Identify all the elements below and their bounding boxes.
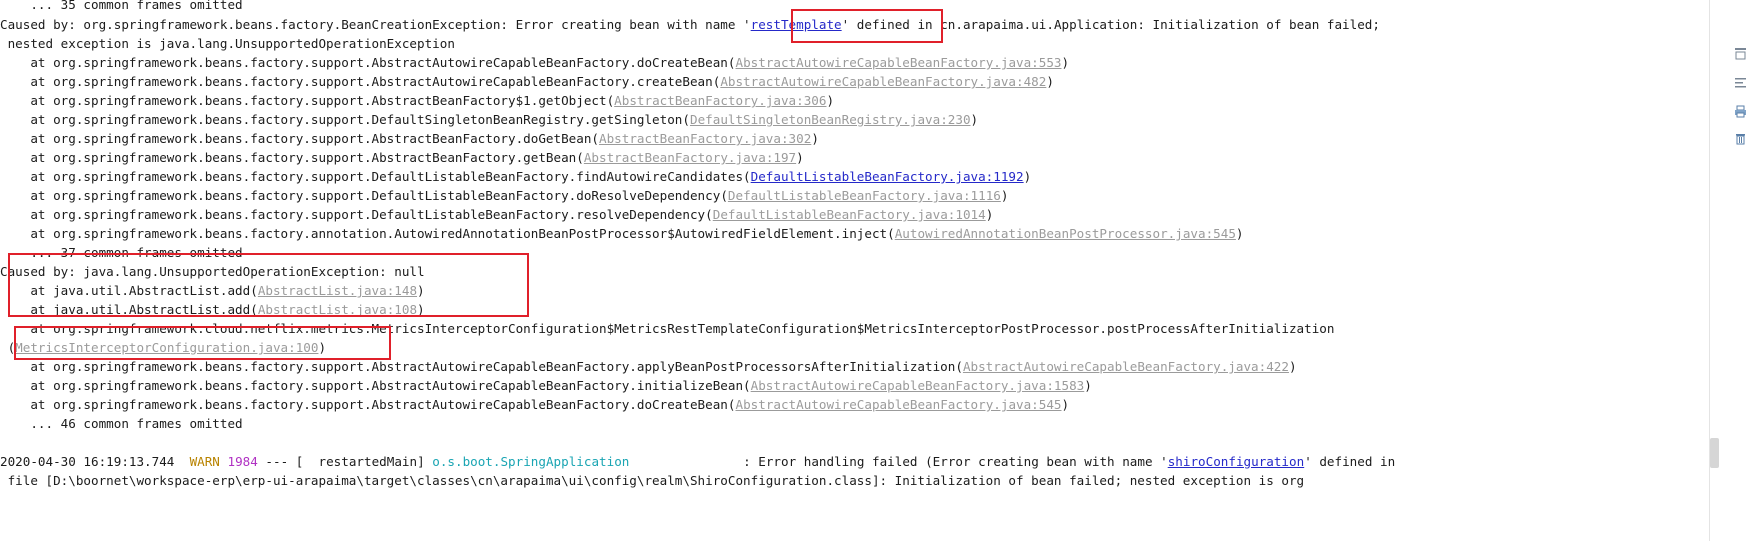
rest-template-link[interactable]: restTemplate — [751, 17, 842, 32]
stack-frame-text: at java.util.AbstractList.add — [0, 283, 251, 298]
stack-frame-text: at java.util.AbstractList.add — [0, 302, 251, 317]
log-message-continued: file [D:\boornet\workspace-erp\erp-ui-ar… — [0, 473, 1305, 488]
source-link[interactable]: AutowiredAnnotationBeanPostProcessor.jav… — [895, 226, 1236, 241]
stack-frame-text: at org.springframework.beans.factory.sup… — [0, 112, 683, 127]
soft-wrap-icon[interactable] — [1733, 75, 1747, 89]
console-line: file [D:\boornet\workspace-erp\erp-ui-ar… — [0, 471, 1305, 490]
stack-frame-line: at org.springframework.beans.factory.sup… — [0, 378, 1092, 393]
source-link[interactable]: AbstractAutowireCapableBeanFactory.java:… — [735, 55, 1061, 70]
console-output[interactable]: ... 35 common frames omitted Caused by: … — [0, 0, 1709, 541]
log-line: 2020-04-30 16:19:13.744 WARN 1984 --- [ … — [0, 452, 1395, 471]
stack-frame-text: at org.springframework.beans.factory.sup… — [0, 150, 577, 165]
console-line: ... 46 common frames omitted — [0, 414, 243, 433]
source-link[interactable]: AbstractAutowireCapableBeanFactory.java:… — [751, 378, 1085, 393]
scroll-top-icon[interactable] — [1733, 46, 1747, 60]
source-link[interactable]: AbstractAutowireCapableBeanFactory.java:… — [735, 397, 1061, 412]
stack-frame-line: at org.springframework.cloud.netflix.met… — [0, 319, 1334, 338]
stack-frame-line: at org.springframework.beans.factory.sup… — [0, 74, 1054, 89]
log-logger: o.s.boot.SpringApplication — [432, 454, 630, 469]
log-message: : Error handling failed (Error creating … — [629, 454, 1168, 469]
caused-by-text: Caused by: org.springframework.beans.fac… — [0, 17, 751, 32]
console-line: nested exception is java.lang.Unsupporte… — [0, 34, 455, 53]
console-line: ... 37 common frames omitted — [0, 243, 243, 262]
source-link[interactable]: AbstractBeanFactory.java:306 — [614, 93, 826, 108]
stack-frame-line: at java.util.AbstractList.add(AbstractLi… — [0, 283, 425, 298]
caused-by-text: Caused by: java.lang.UnsupportedOperatio… — [0, 264, 425, 279]
trash-icon[interactable] — [1733, 131, 1747, 145]
caused-by-line: Caused by: java.lang.UnsupportedOperatio… — [0, 262, 425, 281]
stack-frame-text: at org.springframework.beans.factory.sup… — [0, 359, 956, 374]
source-link[interactable]: MetricsInterceptorConfiguration.java:100 — [15, 340, 318, 355]
stack-frame-line: at org.springframework.beans.factory.sup… — [0, 188, 1009, 203]
omitted-frames-text: ... 37 common frames omitted — [0, 245, 243, 260]
stack-frame-line: at org.springframework.beans.factory.sup… — [0, 397, 1070, 412]
source-link[interactable]: AbstractBeanFactory.java:197 — [584, 150, 796, 165]
source-link[interactable]: AbstractList.java:148 — [258, 283, 417, 298]
source-link[interactable]: DefaultListableBeanFactory.java:1192 — [751, 169, 1024, 184]
source-link[interactable]: AbstractBeanFactory.java:302 — [599, 131, 811, 146]
log-message-tail: ' defined in — [1304, 454, 1396, 469]
log-timestamp: 2020-04-30 16:19:13.744 — [0, 454, 175, 469]
stack-frame-text: at org.springframework.beans.factory.sup… — [0, 74, 713, 89]
print-icon[interactable] — [1733, 104, 1747, 118]
stack-frame-line: at org.springframework.beans.factory.sup… — [0, 55, 1070, 70]
omitted-frames-text: ... 46 common frames omitted — [0, 416, 243, 431]
stack-frame-line: at org.springframework.beans.factory.sup… — [0, 207, 994, 222]
stack-frame-text: at org.springframework.beans.factory.sup… — [0, 55, 728, 70]
source-link[interactable]: DefaultListableBeanFactory.java:1116 — [728, 188, 1001, 203]
source-link[interactable]: AbstractAutowireCapableBeanFactory.java:… — [720, 74, 1046, 89]
log-level: WARN — [189, 454, 220, 469]
stack-frame-line: at org.springframework.beans.factory.sup… — [0, 93, 835, 108]
stack-frame-text: at org.springframework.beans.factory.ann… — [0, 226, 888, 241]
log-thread: --- [ restartedMain] — [257, 454, 433, 469]
stack-frame-line: at org.springframework.beans.factory.sup… — [0, 359, 1297, 374]
stack-frame-text: at org.springframework.beans.factory.sup… — [0, 378, 744, 393]
nested-exception-text: nested exception is java.lang.Unsupporte… — [0, 36, 455, 51]
source-link[interactable]: DefaultListableBeanFactory.java:1014 — [713, 207, 986, 222]
source-link[interactable]: DefaultSingletonBeanRegistry.java:230 — [690, 112, 971, 127]
stack-frame-line: at org.springframework.beans.factory.sup… — [0, 169, 1032, 184]
stack-frame-line: (MetricsInterceptorConfiguration.java:10… — [0, 340, 327, 355]
stack-frame-text: at org.springframework.beans.factory.sup… — [0, 397, 728, 412]
scrollbar-thumb[interactable] — [1710, 438, 1719, 468]
source-link[interactable]: AbstractAutowireCapableBeanFactory.java:… — [963, 359, 1289, 374]
stack-frame-text: at org.springframework.beans.factory.sup… — [0, 207, 706, 222]
console-line: ... 35 common frames omitted — [0, 0, 243, 14]
stack-frame-text: at org.springframework.cloud.netflix.met… — [0, 321, 1335, 336]
stack-frame-text: at org.springframework.beans.factory.sup… — [0, 93, 607, 108]
stack-frame-line: at org.springframework.beans.factory.sup… — [0, 150, 804, 165]
stack-frame-text: at org.springframework.beans.factory.sup… — [0, 188, 721, 203]
shiro-configuration-link[interactable]: shiroConfiguration — [1168, 454, 1304, 469]
caused-by-text-tail: ' defined in cn.arapaima.ui.Application:… — [841, 17, 1380, 32]
log-pid: 1984 — [227, 454, 258, 469]
stack-frame-line: at java.util.AbstractList.add(AbstractLi… — [0, 302, 425, 317]
caused-by-line: Caused by: org.springframework.beans.fac… — [0, 15, 1380, 34]
stack-frame-line: at org.springframework.beans.factory.sup… — [0, 131, 819, 146]
stack-frame-text: at org.springframework.beans.factory.sup… — [0, 131, 592, 146]
stack-frame-text: at org.springframework.beans.factory.sup… — [0, 169, 744, 184]
source-link[interactable]: AbstractList.java:108 — [258, 302, 417, 317]
stack-frame-line: at org.springframework.beans.factory.ann… — [0, 226, 1244, 241]
stack-frame-line: at org.springframework.beans.factory.sup… — [0, 112, 979, 127]
omitted-frames-text: ... 35 common frames omitted — [0, 0, 243, 12]
